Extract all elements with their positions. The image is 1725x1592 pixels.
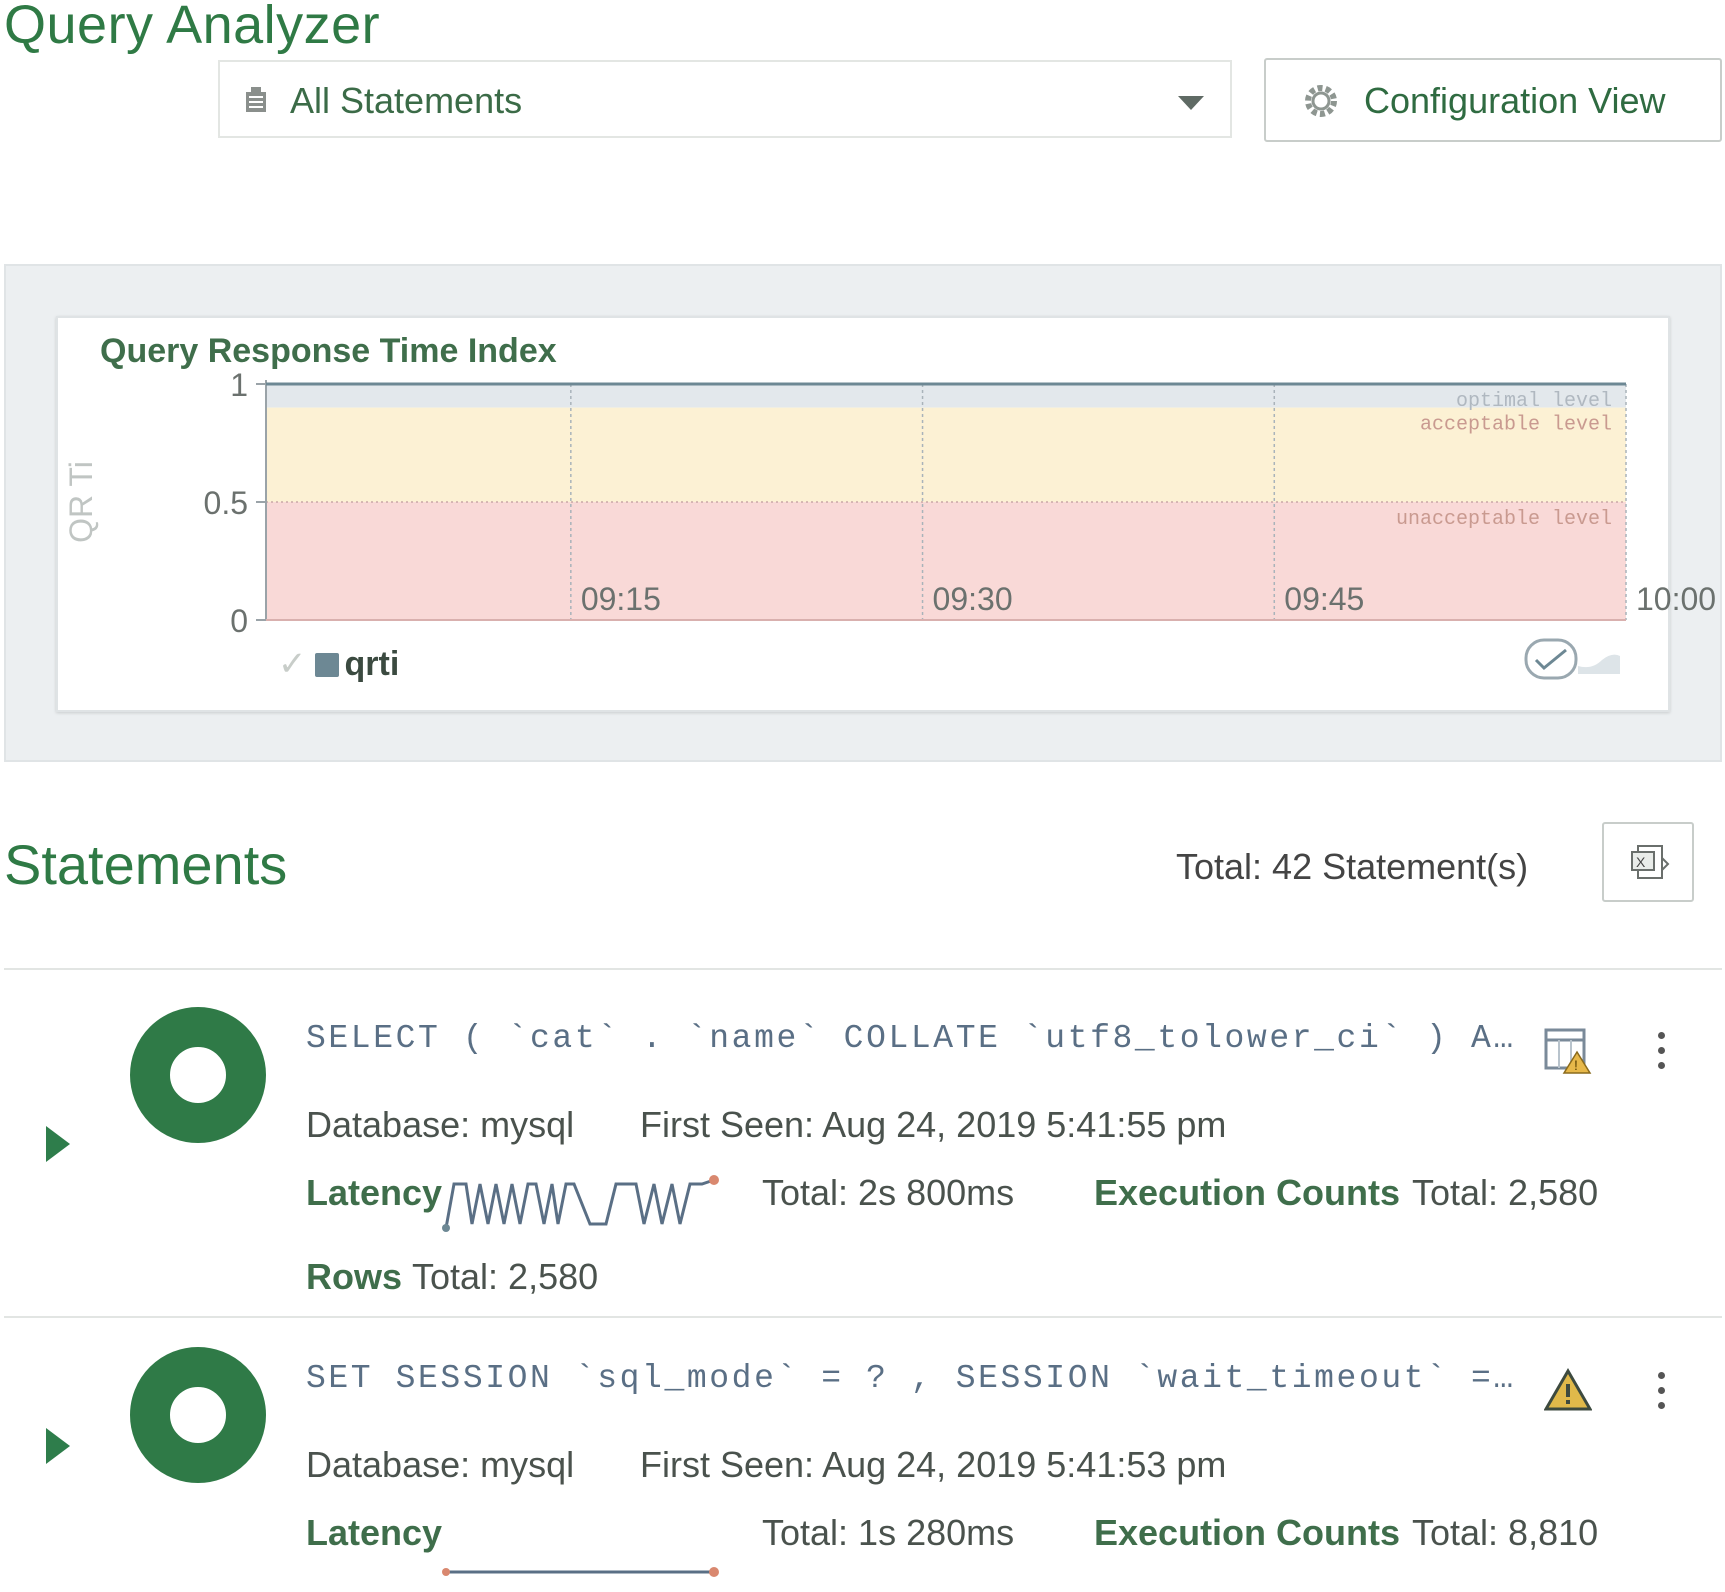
first-seen-label: First Seen: <box>640 1444 815 1485</box>
line-chart-icon <box>1524 638 1578 680</box>
statement-sql[interactable]: SELECT ( `cat` . `name` COLLATE `utf8_to… <box>306 1020 1516 1057</box>
legend-swatch <box>314 653 339 677</box>
expand-arrow-icon[interactable] <box>46 1126 70 1162</box>
checkmark-icon: ✓ <box>278 645 307 683</box>
divider <box>4 968 1722 970</box>
export-button[interactable]: X <box>1602 822 1694 902</box>
svg-text:X: X <box>1636 854 1646 870</box>
legend-label: qrti <box>344 645 400 683</box>
execution-counts-total: Total: 8,810 <box>1412 1512 1599 1553</box>
database-info: Database: mysql <box>306 1444 574 1486</box>
table-warning-icon[interactable]: ! <box>1544 1028 1592 1079</box>
first-seen-info: First Seen: Aug 24, 2019 5:41:55 pm <box>640 1104 1226 1146</box>
database-label: Database: <box>306 1104 471 1145</box>
svg-text:!: ! <box>1574 1057 1578 1073</box>
database-icon <box>244 86 268 119</box>
page-title: Query Analyzer <box>4 0 381 55</box>
latency-total: Total: 1s 280ms <box>762 1512 1015 1553</box>
apdex-donut <box>130 1347 266 1483</box>
chevron-down-icon[interactable] <box>1178 96 1204 110</box>
more-options-icon[interactable] <box>1656 1372 1666 1417</box>
expand-arrow-icon[interactable] <box>46 1428 70 1464</box>
first-seen-label: First Seen: <box>640 1104 815 1145</box>
gear-icon <box>1302 82 1340 125</box>
database-value: mysql <box>480 1444 575 1485</box>
apdex-donut <box>130 1007 266 1143</box>
statements-title: Statements <box>4 833 288 896</box>
execution-counts-label: Execution Counts <box>1094 1512 1401 1553</box>
statements-total: Total: 42 Statement(s) <box>1176 846 1529 887</box>
qrti-chart: optimal levelacceptable levelunacceptabl… <box>63 367 1716 639</box>
chart-title: Query Response Time Index <box>100 332 557 370</box>
configuration-view-label: Configuration View <box>1364 80 1666 121</box>
statement-filter-select[interactable]: All Statements <box>218 60 1232 138</box>
configuration-view-button[interactable]: Configuration View <box>1264 58 1722 142</box>
statement-sql[interactable]: SET SESSION `sql_mode` = ? , SESSION `wa… <box>306 1360 1516 1397</box>
chart-legend[interactable]: ✓ qrti <box>278 644 399 684</box>
latency-label: Latency <box>306 1172 443 1213</box>
area-chart-icon <box>1578 654 1620 674</box>
database-value: mysql <box>480 1104 575 1145</box>
database-label: Database: <box>306 1444 471 1485</box>
latency-sparkline <box>442 1175 719 1232</box>
execution-counts-label: Execution Counts <box>1094 1172 1401 1213</box>
warning-icon[interactable] <box>1543 1368 1593 1417</box>
latency-label: Latency <box>306 1512 443 1553</box>
more-options-icon[interactable] <box>1656 1032 1666 1077</box>
chart-type-toggle[interactable] <box>1522 636 1626 687</box>
statement-filter-value: All Statements <box>290 80 523 121</box>
first-seen-value: Aug 24, 2019 5:41:55 pm <box>822 1104 1227 1145</box>
latency-total: Total: 2s 800ms <box>762 1172 1015 1213</box>
database-info: Database: mysql <box>306 1104 574 1146</box>
excel-export-icon: X <box>1628 842 1672 891</box>
latency-sparkline <box>442 1567 719 1577</box>
first-seen-value: Aug 24, 2019 5:41:53 pm <box>822 1444 1227 1485</box>
rows-total: Total: 2,580 <box>412 1256 599 1297</box>
execution-counts-total: Total: 2,580 <box>1412 1172 1599 1213</box>
rows-label: Rows <box>306 1256 403 1297</box>
first-seen-info: First Seen: Aug 24, 2019 5:41:53 pm <box>640 1444 1226 1486</box>
divider <box>4 1316 1722 1318</box>
